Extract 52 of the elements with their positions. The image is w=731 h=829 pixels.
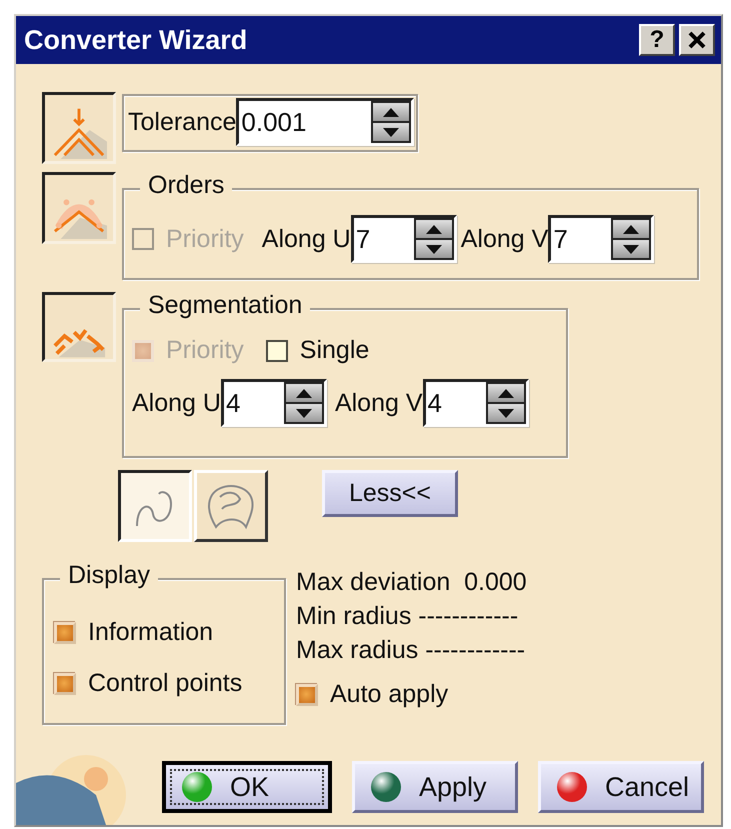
- dialog-button[interactable]: OK: [162, 761, 332, 813]
- field-label: Along V: [334, 388, 423, 418]
- down-arrow-icon: [296, 408, 312, 418]
- spin-down-button[interactable]: [416, 240, 452, 258]
- spin-field[interactable]: 0.001: [236, 98, 414, 146]
- field-label: Along U: [132, 388, 221, 418]
- spin-up-button[interactable]: [373, 103, 410, 121]
- spin-field[interactable]: 4: [220, 379, 327, 427]
- up-arrow-icon: [498, 388, 514, 398]
- checkbox-label: Control points: [88, 669, 242, 698]
- spin-up-button[interactable]: [613, 220, 650, 238]
- checkbox-label: Priority: [166, 224, 244, 254]
- down-arrow-icon: [623, 244, 640, 254]
- spin-down-button[interactable]: [286, 404, 322, 422]
- spin-down-button[interactable]: [613, 240, 650, 258]
- down-arrow-icon: [383, 128, 400, 136]
- tool-button[interactable]: [42, 172, 116, 244]
- up-arrow-icon: [623, 224, 640, 234]
- checkbox[interactable]: [266, 340, 288, 362]
- spin-up-button[interactable]: [416, 220, 452, 238]
- less-button[interactable]: Less<<: [322, 470, 458, 517]
- spin-up-button[interactable]: [286, 384, 322, 402]
- checkbox-label: Single: [300, 336, 370, 365]
- field-label: Along U: [262, 224, 351, 254]
- spin-up-button[interactable]: [488, 384, 524, 402]
- info-text: Max deviation 0.000: [296, 568, 527, 596]
- tool-button[interactable]: [42, 92, 116, 164]
- spin-down-button[interactable]: [373, 123, 410, 141]
- dialog-button[interactable]: Apply: [352, 761, 518, 813]
- window-title: Converter Wizard: [24, 24, 248, 56]
- mode-toggle-button[interactable]: [118, 470, 192, 542]
- info-text: Min radius ------------: [296, 602, 520, 630]
- down-arrow-icon: [426, 244, 442, 254]
- field-label: Along V: [460, 224, 548, 254]
- spin-field[interactable]: 7: [548, 215, 654, 263]
- close-icon: [688, 31, 706, 49]
- down-arrow-icon: [498, 408, 514, 418]
- dialog-button[interactable]: Cancel: [538, 761, 704, 813]
- info-text: Max radius ------------: [296, 636, 526, 664]
- checkbox-label: Auto apply: [330, 680, 448, 709]
- spin-field[interactable]: 7: [350, 215, 457, 263]
- up-arrow-icon: [296, 388, 312, 398]
- close-button[interactable]: [679, 24, 715, 56]
- help-button[interactable]: ?: [639, 24, 675, 56]
- up-arrow-icon: [426, 224, 442, 234]
- checkbox-label: Information: [88, 618, 214, 647]
- spin-field[interactable]: 4: [422, 379, 529, 427]
- checkbox-label: Priority: [166, 336, 244, 365]
- spin-down-button[interactable]: [488, 404, 524, 422]
- tool-button[interactable]: [42, 292, 116, 362]
- up-arrow-icon: [383, 108, 400, 116]
- field-label: Tolerance: [128, 108, 236, 136]
